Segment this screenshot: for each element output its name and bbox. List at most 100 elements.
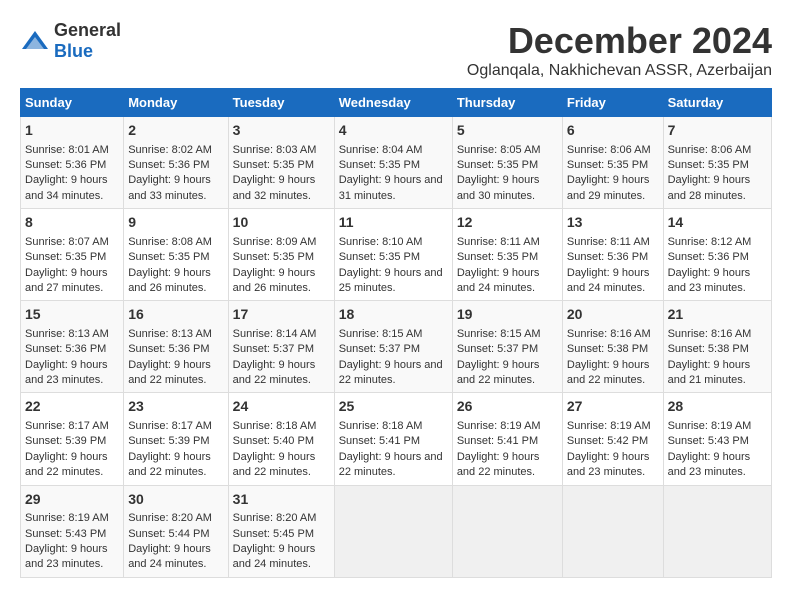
daylight-text: Daylight: 9 hours and 23 minutes. [25,543,108,570]
day-number: 14 [668,213,767,233]
sunset-text: Sunset: 5:36 PM [567,251,648,263]
day-number: 29 [25,490,119,510]
sunrise-text: Sunrise: 8:17 AM [128,420,212,432]
day-number: 31 [233,490,330,510]
day-number: 15 [25,305,119,325]
sunset-text: Sunset: 5:43 PM [668,435,749,447]
calendar-cell: 6Sunrise: 8:06 AMSunset: 5:35 PMDaylight… [562,117,663,209]
calendar-cell: 27Sunrise: 8:19 AMSunset: 5:42 PMDayligh… [562,393,663,485]
sunset-text: Sunset: 5:35 PM [567,159,648,171]
daylight-text: Daylight: 9 hours and 22 minutes. [25,451,108,478]
calendar-cell: 30Sunrise: 8:20 AMSunset: 5:44 PMDayligh… [124,485,228,577]
day-number: 20 [567,305,659,325]
sunset-text: Sunset: 5:35 PM [457,251,538,263]
sunrise-text: Sunrise: 8:18 AM [339,420,423,432]
daylight-text: Daylight: 9 hours and 22 minutes. [457,451,540,478]
calendar-header-row: SundayMondayTuesdayWednesdayThursdayFrid… [21,89,772,117]
daylight-text: Daylight: 9 hours and 22 minutes. [233,359,316,386]
sunset-text: Sunset: 5:36 PM [668,251,749,263]
calendar-cell: 23Sunrise: 8:17 AMSunset: 5:39 PMDayligh… [124,393,228,485]
calendar-cell: 1Sunrise: 8:01 AMSunset: 5:36 PMDaylight… [21,117,124,209]
daylight-text: Daylight: 9 hours and 24 minutes. [457,267,540,294]
calendar-cell: 26Sunrise: 8:19 AMSunset: 5:41 PMDayligh… [452,393,562,485]
sunrise-text: Sunrise: 8:20 AM [233,512,317,524]
day-number: 9 [128,213,223,233]
calendar-cell: 11Sunrise: 8:10 AMSunset: 5:35 PMDayligh… [334,209,452,301]
daylight-text: Daylight: 9 hours and 34 minutes. [25,174,108,201]
calendar-cell: 15Sunrise: 8:13 AMSunset: 5:36 PMDayligh… [21,301,124,393]
sunrise-text: Sunrise: 8:02 AM [128,144,212,156]
sunset-text: Sunset: 5:37 PM [457,343,538,355]
main-title: December 2024 [467,20,772,62]
sunset-text: Sunset: 5:45 PM [233,528,314,540]
daylight-text: Daylight: 9 hours and 21 minutes. [668,359,751,386]
daylight-text: Daylight: 9 hours and 26 minutes. [233,267,316,294]
weekday-header: Sunday [21,89,124,117]
sunrise-text: Sunrise: 8:19 AM [567,420,651,432]
sunset-text: Sunset: 5:41 PM [457,435,538,447]
sunset-text: Sunset: 5:43 PM [25,528,106,540]
calendar-cell: 12Sunrise: 8:11 AMSunset: 5:35 PMDayligh… [452,209,562,301]
sunset-text: Sunset: 5:38 PM [668,343,749,355]
day-number: 12 [457,213,558,233]
calendar-cell: 13Sunrise: 8:11 AMSunset: 5:36 PMDayligh… [562,209,663,301]
calendar-cell: 2Sunrise: 8:02 AMSunset: 5:36 PMDaylight… [124,117,228,209]
sunset-text: Sunset: 5:35 PM [128,251,209,263]
calendar-cell: 17Sunrise: 8:14 AMSunset: 5:37 PMDayligh… [228,301,334,393]
calendar-cell [452,485,562,577]
header-area: General Blue December 2024 Oglanqala, Na… [20,20,772,80]
sunrise-text: Sunrise: 8:11 AM [567,236,650,248]
daylight-text: Daylight: 9 hours and 23 minutes. [668,451,751,478]
calendar-week-row: 8Sunrise: 8:07 AMSunset: 5:35 PMDaylight… [21,209,772,301]
daylight-text: Daylight: 9 hours and 22 minutes. [457,359,540,386]
day-number: 21 [668,305,767,325]
sunset-text: Sunset: 5:36 PM [25,159,106,171]
calendar-week-row: 22Sunrise: 8:17 AMSunset: 5:39 PMDayligh… [21,393,772,485]
day-number: 19 [457,305,558,325]
daylight-text: Daylight: 9 hours and 32 minutes. [233,174,316,201]
sunrise-text: Sunrise: 8:17 AM [25,420,109,432]
daylight-text: Daylight: 9 hours and 28 minutes. [668,174,751,201]
daylight-text: Daylight: 9 hours and 24 minutes. [233,543,316,570]
calendar-cell: 16Sunrise: 8:13 AMSunset: 5:36 PMDayligh… [124,301,228,393]
calendar-week-row: 1Sunrise: 8:01 AMSunset: 5:36 PMDaylight… [21,117,772,209]
day-number: 4 [339,121,448,141]
day-number: 8 [25,213,119,233]
weekday-header: Monday [124,89,228,117]
daylight-text: Daylight: 9 hours and 23 minutes. [567,451,650,478]
day-number: 17 [233,305,330,325]
calendar-cell: 24Sunrise: 8:18 AMSunset: 5:40 PMDayligh… [228,393,334,485]
sunset-text: Sunset: 5:41 PM [339,435,420,447]
day-number: 3 [233,121,330,141]
day-number: 23 [128,397,223,417]
calendar-cell: 25Sunrise: 8:18 AMSunset: 5:41 PMDayligh… [334,393,452,485]
sunset-text: Sunset: 5:40 PM [233,435,314,447]
day-number: 6 [567,121,659,141]
sunrise-text: Sunrise: 8:03 AM [233,144,317,156]
calendar-cell: 19Sunrise: 8:15 AMSunset: 5:37 PMDayligh… [452,301,562,393]
daylight-text: Daylight: 9 hours and 22 minutes. [128,451,211,478]
sunrise-text: Sunrise: 8:16 AM [668,328,752,340]
daylight-text: Daylight: 9 hours and 29 minutes. [567,174,650,201]
logo-icon [20,29,50,53]
logo: General Blue [20,20,121,62]
daylight-text: Daylight: 9 hours and 24 minutes. [567,267,650,294]
sunrise-text: Sunrise: 8:10 AM [339,236,423,248]
daylight-text: Daylight: 9 hours and 23 minutes. [668,267,751,294]
calendar-cell: 8Sunrise: 8:07 AMSunset: 5:35 PMDaylight… [21,209,124,301]
weekday-header: Saturday [663,89,771,117]
logo-text-general: General [54,20,121,40]
daylight-text: Daylight: 9 hours and 22 minutes. [128,359,211,386]
daylight-text: Daylight: 9 hours and 31 minutes. [339,174,443,201]
sunrise-text: Sunrise: 8:09 AM [233,236,317,248]
weekday-header: Thursday [452,89,562,117]
sunset-text: Sunset: 5:36 PM [128,159,209,171]
sunrise-text: Sunrise: 8:01 AM [25,144,109,156]
sunrise-text: Sunrise: 8:14 AM [233,328,317,340]
calendar-week-row: 29Sunrise: 8:19 AMSunset: 5:43 PMDayligh… [21,485,772,577]
day-number: 30 [128,490,223,510]
sunrise-text: Sunrise: 8:18 AM [233,420,317,432]
daylight-text: Daylight: 9 hours and 27 minutes. [25,267,108,294]
sunset-text: Sunset: 5:35 PM [339,159,420,171]
sunset-text: Sunset: 5:36 PM [25,343,106,355]
